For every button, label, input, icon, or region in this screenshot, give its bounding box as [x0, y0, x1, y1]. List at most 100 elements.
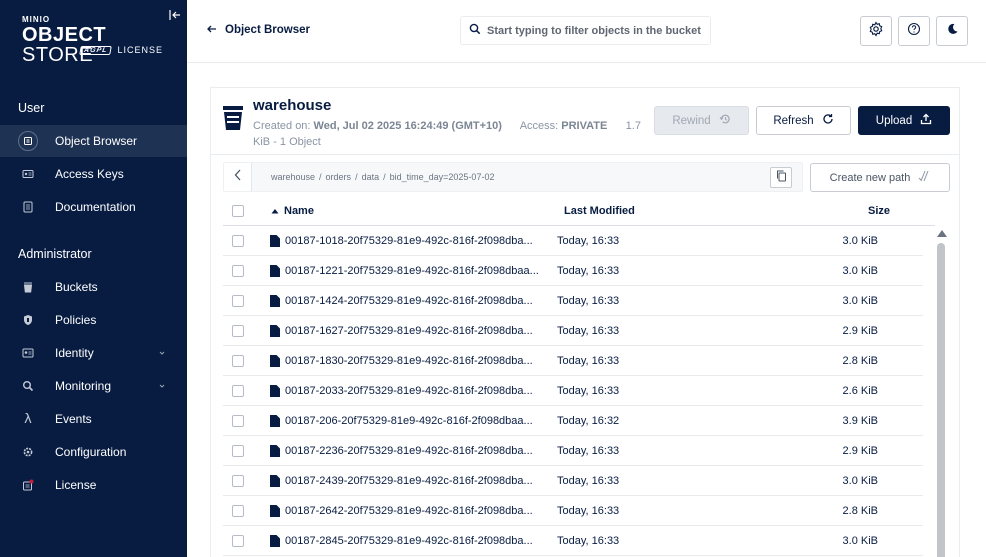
table-row[interactable]: 00187-1424-20f75329-81e9-492c-816f-2f098…: [223, 286, 923, 316]
back-to-object-browser[interactable]: Object Browser: [207, 24, 310, 36]
row-checkbox[interactable]: [232, 475, 244, 487]
object-last-modified: Today, 16:33: [557, 445, 620, 457]
file-icon: [270, 475, 280, 487]
row-checkbox[interactable]: [232, 235, 244, 247]
table-row[interactable]: 00187-2033-20f75329-81e9-492c-816f-2f098…: [223, 376, 923, 406]
table-row[interactable]: 00187-1830-20f75329-81e9-492c-816f-2f098…: [223, 346, 923, 376]
object-name: 00187-2033-20f75329-81e9-492c-816f-2f098…: [285, 385, 533, 397]
row-checkbox[interactable]: [232, 505, 244, 517]
table-row[interactable]: 00187-1221-20f75329-81e9-492c-816f-2f098…: [223, 256, 923, 286]
breadcrumb-separator: /: [355, 172, 358, 182]
row-checkbox[interactable]: [232, 535, 244, 547]
refresh-icon: [822, 113, 834, 128]
help-icon: [907, 22, 921, 41]
section-administrator: Administrator: [18, 247, 92, 261]
breadcrumb-separator: /: [319, 172, 322, 182]
logo: MINIO OBJECT STORE AGPL LICENSE: [22, 15, 172, 65]
column-header-last-modified[interactable]: Last Modified: [564, 205, 635, 217]
object-last-modified: Today, 16:33: [557, 475, 620, 487]
table-row[interactable]: 00187-2439-20f75329-81e9-492c-816f-2f098…: [223, 466, 923, 496]
sidebar-item-label: Configuration: [55, 445, 127, 459]
column-header-size[interactable]: Size: [868, 205, 890, 217]
scrollbar-thumb[interactable]: [937, 243, 945, 557]
row-checkbox[interactable]: [232, 385, 244, 397]
policies-icon: [18, 310, 38, 330]
sidebar-item-documentation[interactable]: Documentation: [0, 191, 187, 223]
row-checkbox[interactable]: [232, 445, 244, 457]
object-last-modified: Today, 16:33: [557, 535, 620, 547]
object-last-modified: Today, 16:33: [557, 505, 620, 517]
access-label: Access:: [519, 120, 559, 132]
sidebar-item-access-keys[interactable]: Access Keys: [0, 158, 187, 190]
object-last-modified: Today, 16:33: [557, 295, 620, 307]
license-icon: [18, 475, 38, 495]
copy-path-button[interactable]: [770, 167, 792, 188]
bucket-name: warehouse: [253, 97, 332, 114]
object-name: 00187-2439-20f75329-81e9-492c-816f-2f098…: [285, 475, 533, 487]
table-row[interactable]: 00187-2845-20f75329-81e9-492c-816f-2f098…: [223, 526, 923, 556]
help-button[interactable]: [898, 16, 930, 46]
table-row[interactable]: 00187-1627-20f75329-81e9-492c-816f-2f098…: [223, 316, 923, 346]
row-checkbox[interactable]: [232, 295, 244, 307]
sidebar-item-label: License: [55, 478, 97, 492]
buckets-icon: [18, 277, 38, 297]
sidebar-item-configuration[interactable]: Configuration: [0, 436, 187, 468]
object-name: 00187-2236-20f75329-81e9-492c-816f-2f098…: [285, 445, 533, 457]
rewind-button[interactable]: Rewind: [654, 106, 749, 135]
row-checkbox[interactable]: [232, 265, 244, 277]
sidebar-item-object-browser[interactable]: Object Browser: [0, 125, 187, 157]
breadcrumb-back-button[interactable]: [224, 163, 252, 191]
upload-button[interactable]: Upload: [858, 106, 950, 135]
identity-icon: [18, 343, 38, 363]
object-name: 00187-2642-20f75329-81e9-492c-816f-2f098…: [285, 505, 533, 517]
breadcrumb-item[interactable]: data: [362, 172, 380, 182]
object-name: 00187-1830-20f75329-81e9-492c-816f-2f098…: [285, 355, 533, 367]
chevron-down-icon[interactable]: [157, 347, 167, 357]
sidebar-item-buckets[interactable]: Buckets: [0, 271, 187, 303]
table-row[interactable]: 00187-1018-20f75329-81e9-492c-816f-2f098…: [223, 226, 923, 256]
sidebar-item-license[interactable]: License: [0, 469, 187, 501]
object-last-modified: Today, 16:33: [557, 265, 620, 277]
logo-license-text: LICENSE: [117, 45, 163, 55]
sidebar-item-label: Monitoring: [55, 379, 112, 393]
sidebar-item-label: Buckets: [55, 280, 98, 294]
refresh-button[interactable]: Refresh: [756, 106, 851, 135]
row-checkbox[interactable]: [232, 325, 244, 337]
row-checkbox[interactable]: [232, 355, 244, 367]
bucket-panel: warehouse Created on: Wed, Jul 02 2025 1…: [210, 87, 960, 557]
breadcrumb-item[interactable]: warehouse: [271, 172, 315, 182]
breadcrumb-item[interactable]: bid_time_day=2025-07-02: [390, 172, 495, 182]
select-all-checkbox[interactable]: [232, 205, 244, 217]
row-checkbox[interactable]: [232, 415, 244, 427]
file-icon: [270, 385, 280, 397]
file-icon: [270, 355, 280, 367]
chevron-down-icon[interactable]: [157, 380, 167, 390]
sidebar-item-label: Object Browser: [55, 134, 138, 148]
documentation-icon: [18, 197, 38, 217]
sidebar-item-monitoring[interactable]: Monitoring: [0, 370, 187, 402]
dark-mode-button[interactable]: [936, 16, 968, 46]
object-browser-icon: [18, 131, 38, 151]
sort-ascending-icon: [271, 205, 279, 217]
object-name: 00187-1018-20f75329-81e9-492c-816f-2f098…: [285, 235, 533, 247]
sidebar-item-events[interactable]: λ Events: [0, 403, 187, 435]
create-new-path-button[interactable]: Create new path: [810, 163, 950, 192]
file-icon: [270, 235, 280, 247]
table-row[interactable]: 00187-2236-20f75329-81e9-492c-816f-2f098…: [223, 436, 923, 466]
settings-button[interactable]: [860, 16, 892, 46]
breadcrumb-item[interactable]: orders: [326, 172, 352, 182]
sidebar-item-identity[interactable]: Identity: [0, 337, 187, 369]
table-row[interactable]: 00187-2642-20f75329-81e9-492c-816f-2f098…: [223, 496, 923, 526]
moon-icon: [945, 22, 959, 41]
sidebar: MINIO OBJECT STORE AGPL LICENSE User Obj…: [0, 0, 187, 557]
sidebar-item-policies[interactable]: Policies: [0, 304, 187, 336]
column-header-name[interactable]: Name: [271, 205, 314, 217]
breadcrumb-bar: warehouse / orders / data / bid_time_day…: [223, 162, 803, 192]
table-row[interactable]: 00187-206-20f75329-81e9-492c-816f-2f098d…: [223, 406, 923, 436]
search-box[interactable]: [460, 16, 711, 45]
monitoring-icon: [18, 376, 38, 396]
upload-label: Upload: [875, 114, 913, 127]
copy-icon: [776, 169, 787, 187]
search-input[interactable]: [487, 24, 702, 37]
scroll-up-arrow-icon[interactable]: [937, 230, 947, 237]
